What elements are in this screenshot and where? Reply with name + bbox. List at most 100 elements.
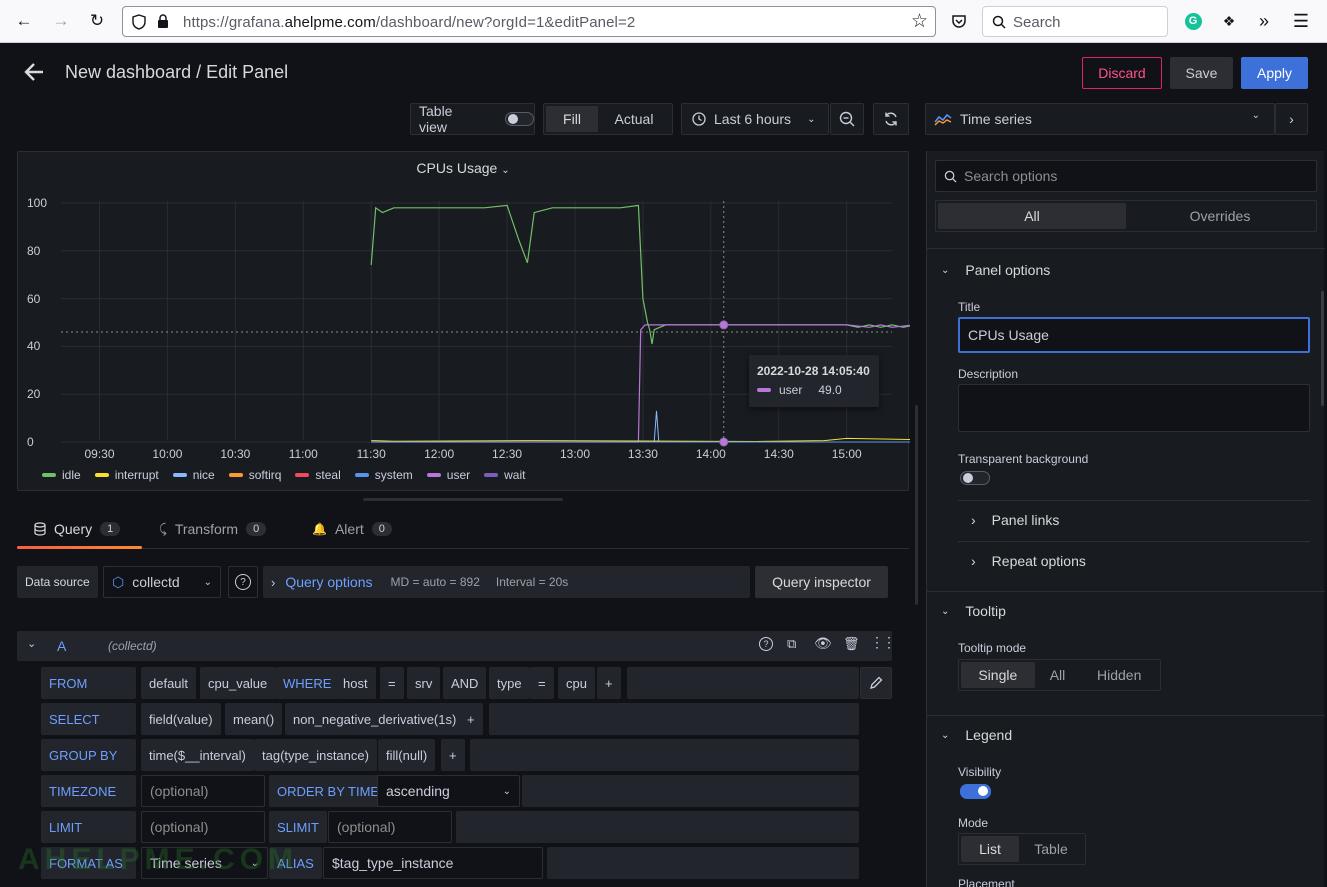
- legend-mode-list[interactable]: List: [961, 836, 1019, 862]
- legend-item-interrupt[interactable]: interrupt: [94, 468, 159, 482]
- back-icon[interactable]: ←: [11, 8, 37, 34]
- select-add-button[interactable]: +: [459, 703, 483, 735]
- tooltip-mode-single[interactable]: Single: [961, 662, 1035, 688]
- splitter-handle[interactable]: [363, 498, 563, 501]
- group-time[interactable]: time($__interval): [141, 739, 254, 771]
- legend-mode-table[interactable]: Table: [1019, 836, 1083, 862]
- datasource-picker[interactable]: ⬡ collectd ⌄: [103, 566, 221, 598]
- tooltip-mode-hidden[interactable]: Hidden: [1080, 662, 1158, 688]
- from-policy[interactable]: default: [141, 667, 197, 699]
- trash-icon[interactable]: 🗑: [843, 636, 860, 652]
- save-button[interactable]: Save: [1170, 57, 1233, 89]
- where-operator-2[interactable]: =: [530, 667, 554, 699]
- where-and[interactable]: AND: [443, 667, 487, 699]
- forward-icon[interactable]: →: [48, 8, 74, 34]
- legend-item-nice[interactable]: nice: [172, 468, 215, 482]
- description-textarea[interactable]: [958, 384, 1310, 432]
- tab-query[interactable]: Query 1: [34, 521, 121, 537]
- legend-visibility-switch[interactable]: [960, 784, 991, 799]
- copy-icon[interactable]: ⧉: [787, 636, 796, 652]
- table-view-toggle[interactable]: Table view: [410, 103, 535, 135]
- toggle-editor-mode-button[interactable]: [860, 667, 892, 699]
- where-value-2[interactable]: cpu: [558, 667, 595, 699]
- group-tag[interactable]: tag(type_instance): [254, 739, 377, 771]
- group-add-button[interactable]: +: [441, 739, 465, 771]
- legend-item-user[interactable]: user: [426, 468, 471, 482]
- apply-button[interactable]: Apply: [1241, 57, 1308, 89]
- x-tick-label: 11:30: [356, 447, 386, 461]
- tooltip-mode-label: Tooltip mode: [958, 641, 1027, 655]
- where-add-button[interactable]: +: [597, 667, 621, 699]
- slimit-input[interactable]: (optional): [328, 811, 452, 843]
- address-bar[interactable]: https://grafana.ahelpme.com/dashboard/ne…: [122, 6, 936, 37]
- select-mean[interactable]: mean(): [225, 703, 283, 735]
- group-fill[interactable]: fill(null): [378, 739, 436, 771]
- collapse-options-button[interactable]: ›: [1275, 103, 1308, 135]
- hover-point-zero: [719, 437, 729, 447]
- limit-input[interactable]: (optional): [141, 811, 265, 843]
- from-measurement[interactable]: cpu_value: [200, 667, 276, 699]
- repeat-options-header[interactable]: › Repeat options: [971, 553, 1086, 569]
- legend-item-wait[interactable]: wait: [484, 468, 525, 482]
- chart-panel: CPUs Usage ⌄ 100 80 60 40 20 0 09:30 10:00 10:3…: [17, 151, 910, 492]
- eye-icon[interactable]: 👁: [814, 635, 832, 652]
- back-arrow-icon[interactable]: [23, 61, 45, 86]
- where-key-2[interactable]: type: [489, 667, 530, 699]
- where-operator[interactable]: =: [380, 667, 404, 699]
- overrides-option[interactable]: Overrides: [1126, 203, 1314, 229]
- tooltip-mode-all[interactable]: All: [1035, 662, 1081, 688]
- pocket-icon[interactable]: [946, 8, 972, 34]
- overflow-chevron-icon[interactable]: »: [1251, 8, 1277, 34]
- table-view-switch[interactable]: [505, 112, 534, 126]
- tab-transform[interactable]: ⤹ Transform 0: [159, 521, 267, 537]
- hamburger-menu-icon[interactable]: ☰: [1288, 8, 1314, 34]
- legend-item-softirq[interactable]: softirq: [228, 468, 281, 482]
- help-icon[interactable]: ?: [759, 637, 773, 651]
- datasource-help-button[interactable]: ?: [228, 566, 258, 598]
- select-field[interactable]: field(value): [141, 703, 221, 735]
- tooltip-header[interactable]: ⌄ Tooltip: [941, 603, 1006, 619]
- tab-alert[interactable]: 🔔 Alert 0: [312, 521, 392, 537]
- alias-input[interactable]: $tag_type_instance: [323, 847, 543, 879]
- options-scrollbar[interactable]: [1321, 291, 1324, 406]
- query-ref[interactable]: A: [57, 638, 66, 654]
- search-options-input[interactable]: Search options: [935, 160, 1317, 192]
- visualization-picker[interactable]: Time series ⌄: [925, 103, 1275, 135]
- chart-svg[interactable]: [18, 152, 910, 492]
- all-option[interactable]: All: [938, 203, 1126, 229]
- panel-options-header[interactable]: ⌄ Panel options: [941, 262, 1050, 278]
- from-filler: [627, 667, 859, 699]
- select-derivative[interactable]: non_negative_derivative(1s): [285, 703, 465, 735]
- order-select[interactable]: ascending ⌄: [377, 775, 520, 807]
- title-input[interactable]: CPUs Usage: [958, 317, 1310, 353]
- transparent-background-switch[interactable]: [960, 471, 990, 485]
- fill-option[interactable]: Fill: [546, 106, 598, 132]
- grafana-app: New dashboard / Edit Panel Discard Save …: [0, 43, 1327, 887]
- legend-label: user: [446, 468, 471, 482]
- legend-item-system[interactable]: system: [354, 468, 413, 482]
- legend-label: idle: [62, 468, 81, 482]
- query-options-row[interactable]: › Query options MD = auto = 892 Interval…: [263, 566, 750, 598]
- query-inspector-button[interactable]: Query inspector: [755, 566, 888, 598]
- legend-item-steal[interactable]: steal: [295, 468, 341, 482]
- legend-item-idle[interactable]: idle: [42, 468, 81, 482]
- where-value[interactable]: srv: [407, 667, 441, 699]
- refresh-button[interactable]: [873, 103, 909, 135]
- zoom-out-button[interactable]: [830, 103, 864, 135]
- grammarly-icon[interactable]: G: [1180, 8, 1206, 34]
- actual-option[interactable]: Actual: [598, 106, 670, 132]
- bookmark-star-icon[interactable]: ☆: [911, 10, 928, 33]
- extension-icon[interactable]: ❖: [1216, 8, 1242, 34]
- drag-handle-icon[interactable]: ⋮⋮: [870, 634, 896, 651]
- timezone-input[interactable]: (optional): [141, 775, 265, 807]
- time-range-picker[interactable]: Last 6 hours ⌄: [681, 103, 829, 135]
- browser-search-input[interactable]: Search: [982, 6, 1168, 37]
- reload-icon[interactable]: ↻: [84, 8, 110, 34]
- editor-scrollbar[interactable]: [915, 405, 918, 605]
- discard-button[interactable]: Discard: [1082, 57, 1162, 89]
- legend-header[interactable]: ⌄ Legend: [941, 727, 1012, 743]
- collapse-chevron-icon[interactable]: ⌄: [27, 637, 36, 650]
- where-key[interactable]: host: [335, 667, 376, 699]
- pencil-icon: [870, 676, 883, 689]
- panel-links-header[interactable]: › Panel links: [971, 512, 1059, 528]
